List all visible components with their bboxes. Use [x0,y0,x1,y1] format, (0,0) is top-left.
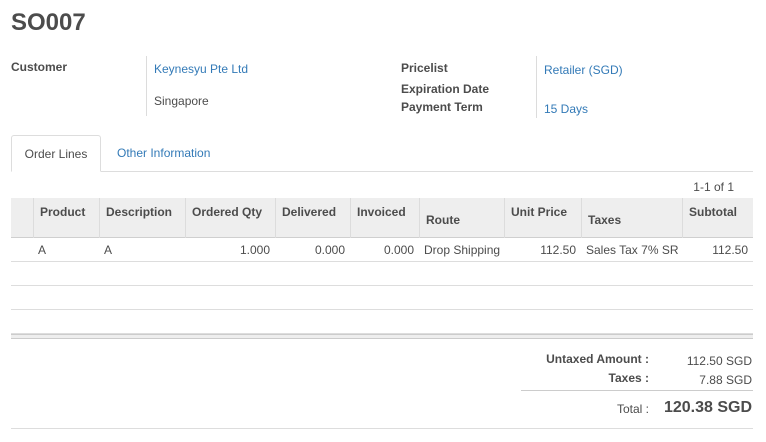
cell-subtotal[interactable]: 112.50 [682,238,753,262]
total-label: Total : [616,402,649,416]
customer-address: Singapore [154,94,209,108]
column-header-product[interactable]: Product [33,198,99,238]
table-row[interactable]: A A 1.000 0.000 0.000 Drop Shipping 112.… [11,238,753,262]
bottom-divider [11,428,753,429]
pager: 1-1 of 1 [693,180,734,194]
expiration-date-label: Expiration Date [401,82,490,96]
table-footer [11,334,753,339]
customer-link[interactable]: Keynesyu Pte Ltd [154,62,248,76]
cell-delivered[interactable]: 0.000 [275,238,350,262]
cell-taxes[interactable]: Sales Tax 7% SR [581,238,682,262]
pricelist-link[interactable]: Retailer (SGD) [544,63,623,77]
column-header-description[interactable]: Description [99,198,185,238]
field-divider [146,56,147,116]
column-header-invoiced[interactable]: Invoiced [350,198,419,238]
table-header: Product Description Ordered Qty Delivere… [11,198,753,238]
total-value: 120.38 SGD [663,399,752,416]
payment-term-label: Payment Term [401,100,483,114]
taxes-label: Taxes : [608,371,649,385]
tab-other-information[interactable]: Other Information [103,135,224,172]
empty-row [11,262,753,286]
empty-row [11,286,753,310]
cell-description[interactable]: A [99,238,185,262]
notebook-tabs: Order Lines Other Information [11,135,753,172]
cell-unit-price[interactable]: 112.50 [504,238,581,262]
payment-term-link[interactable]: 15 Days [544,102,588,116]
taxes-value: 7.88 SGD [699,373,752,387]
tab-order-lines[interactable]: Order Lines [11,135,101,172]
pricelist-label: Pricelist [401,61,448,75]
cell-ordered-qty[interactable]: 1.000 [185,238,275,262]
column-header-ordered-qty[interactable]: Ordered Qty [185,198,275,238]
cell-route[interactable]: Drop Shipping [419,238,504,262]
cell-product[interactable]: A [33,238,99,262]
column-header-subtotal[interactable]: Subtotal [682,198,753,238]
untaxed-amount-label: Untaxed Amount : [546,352,649,366]
row-handle-column [11,198,33,238]
cell-invoiced[interactable]: 0.000 [350,238,419,262]
column-header-unit-price[interactable]: Unit Price [504,198,581,238]
column-header-taxes[interactable]: Taxes [581,198,682,238]
field-divider [536,56,537,118]
customer-label: Customer [11,60,68,74]
page-title: SO007 [11,9,86,36]
totals-divider [521,390,753,391]
untaxed-amount-value: 112.50 SGD [686,354,752,368]
empty-row [11,310,753,334]
column-header-route[interactable]: Route [419,198,504,238]
column-header-delivered[interactable]: Delivered [275,198,350,238]
